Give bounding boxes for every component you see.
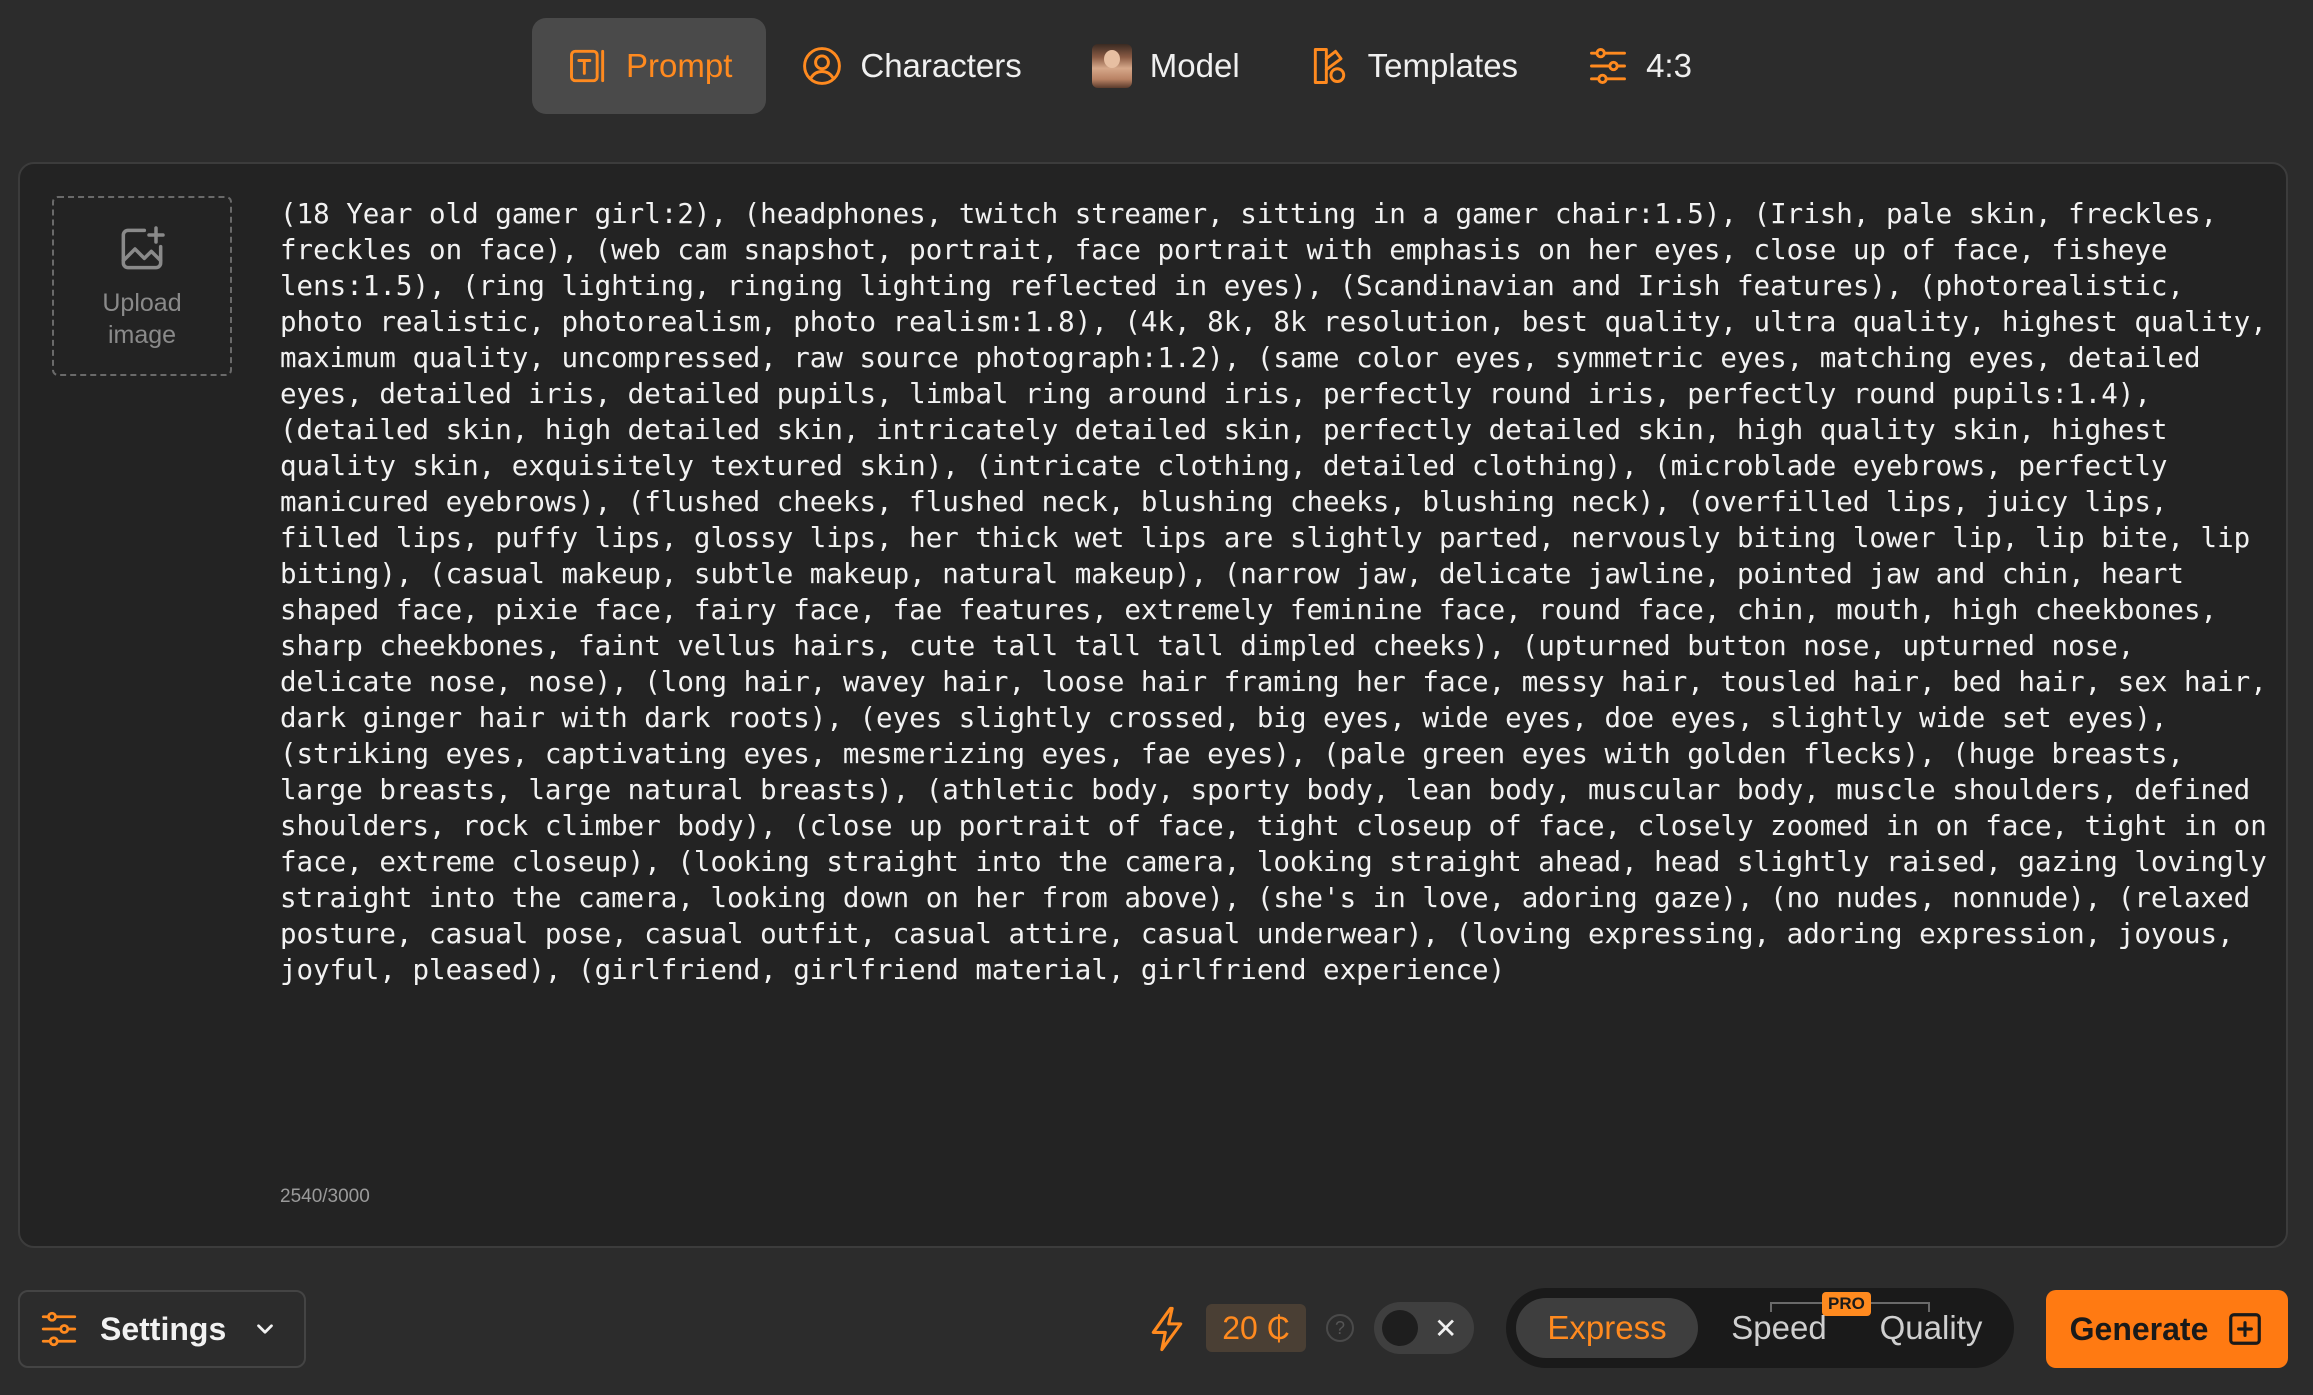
mode-express[interactable]: Express xyxy=(1516,1298,1698,1358)
tab-model[interactable]: Model xyxy=(1056,18,1274,114)
character-icon xyxy=(800,44,844,88)
prompt-text-icon xyxy=(566,44,610,88)
tab-aspect-ratio[interactable]: 4:3 xyxy=(1552,18,1726,114)
mode-speed[interactable]: Speed xyxy=(1714,1298,1844,1358)
upload-label-line1: Upload xyxy=(102,289,182,317)
lightning-icon xyxy=(1151,1306,1183,1352)
close-icon: ✕ xyxy=(1434,1313,1458,1344)
mode-quality[interactable]: Quality xyxy=(1856,1298,2006,1358)
model-avatar-icon xyxy=(1090,44,1134,88)
plus-square-icon xyxy=(2229,1313,2262,1345)
tab-aspect-ratio-label: 4:3 xyxy=(1646,47,1692,84)
settings-button[interactable]: Settings xyxy=(18,1290,306,1368)
credit-cost-badge: 20 ₵ xyxy=(1206,1304,1306,1352)
generate-label: Generate xyxy=(2069,1310,2209,1347)
generate-button[interactable]: Generate xyxy=(2046,1290,2288,1368)
tab-characters[interactable]: Characters xyxy=(766,18,1055,114)
character-counter: 2540/3000 xyxy=(280,1186,370,1207)
upload-image-button[interactable]: Upload image xyxy=(52,196,232,376)
generation-mode-selector: Express PRO Speed Quality xyxy=(1506,1288,2014,1368)
settings-sliders-icon xyxy=(41,1311,77,1347)
tab-templates[interactable]: Templates xyxy=(1274,18,1552,114)
prompt-textarea[interactable]: (18 Year old gamer girl:2), (headphones,… xyxy=(280,196,2270,1036)
sliders-icon xyxy=(1586,44,1630,88)
help-icon[interactable]: ? xyxy=(1326,1314,1354,1342)
settings-label: Settings xyxy=(100,1310,227,1347)
templates-icon xyxy=(1308,44,1352,88)
tab-model-label: Model xyxy=(1149,47,1240,84)
toggle-knob xyxy=(1382,1310,1418,1346)
chevron-down-icon xyxy=(257,1324,274,1334)
tab-prompt[interactable]: Prompt xyxy=(532,18,767,114)
tab-templates-label: Templates xyxy=(1367,47,1519,84)
tab-prompt-label: Prompt xyxy=(626,47,733,84)
top-tab-bar: Prompt Characters Model Templates 4:3 xyxy=(532,18,1726,114)
prompt-panel: Upload image (18 Year old gamer girl:2),… xyxy=(18,162,2288,1248)
tab-characters-label: Characters xyxy=(860,47,1022,84)
upload-label-line2: image xyxy=(107,321,177,349)
credit-toggle[interactable]: ✕ xyxy=(1374,1302,1474,1354)
image-upload-icon xyxy=(121,226,165,270)
